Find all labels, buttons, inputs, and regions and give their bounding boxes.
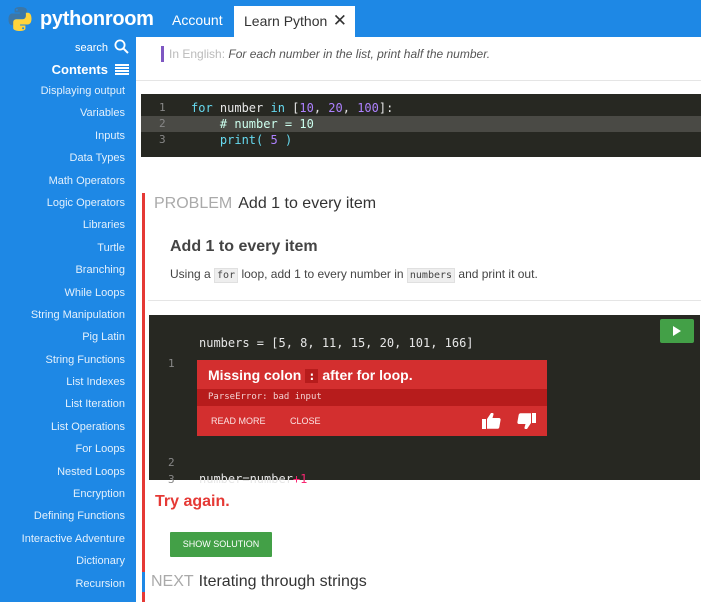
line-number: 1 — [168, 357, 175, 370]
divider — [136, 80, 701, 81]
error-colon-code: : — [305, 369, 319, 383]
code-line: 2 number=number+1 — [149, 439, 307, 486]
example-code-block: 1 for number in [10, 20, 100]: 2 # numbe… — [141, 94, 701, 157]
sidebar-item-pig-latin[interactable]: Pig Latin — [22, 330, 125, 352]
search-icon[interactable] — [114, 39, 129, 54]
problem-description: Using a for loop, add 1 to every number … — [170, 267, 538, 283]
thumbs-up-icon[interactable] — [482, 413, 502, 429]
sidebar-nav: Displaying output Variables Inputs Data … — [22, 84, 125, 599]
read-more-button[interactable]: READ MORE — [211, 416, 266, 426]
sidebar-item-libraries[interactable]: Libraries — [22, 218, 125, 240]
inline-code-for: for — [214, 268, 239, 283]
error-panel: Missing colon : after for loop. ParseErr… — [197, 360, 547, 436]
show-solution-button[interactable]: SHOW SOLUTION — [170, 532, 272, 557]
sidebar-item-list-indexes[interactable]: List Indexes — [22, 375, 125, 397]
code-text: numbers = [5, 8, 11, 15, 20, 101, 166] — [199, 336, 474, 350]
sidebar-item-defining-functions[interactable]: Defining Functions — [22, 509, 125, 531]
tab-learn-python[interactable]: Learn Python ✕ — [234, 6, 355, 37]
app-name: pythonroom — [40, 7, 154, 30]
sidebar-item-recursion[interactable]: Recursion — [22, 577, 125, 599]
tab-account[interactable]: Account — [172, 12, 223, 28]
english-explanation: In English: For each number in the list,… — [161, 46, 490, 62]
close-icon[interactable]: ✕ — [333, 11, 347, 31]
next-tag: NEXT — [151, 573, 194, 590]
sidebar-item-interactive-adventure[interactable]: Interactive Adventure — [22, 532, 125, 554]
sidebar-item-dictionary[interactable]: Dictionary — [22, 554, 125, 576]
line-number: 1 — [159, 101, 166, 114]
problem-heading-text: Add 1 to every item — [238, 195, 377, 212]
sidebar-item-encryption[interactable]: Encryption — [22, 487, 125, 509]
inline-code-numbers: numbers — [406, 268, 456, 283]
error-title: Missing colon : after for loop. — [208, 367, 413, 383]
sidebar-item-variables[interactable]: Variables — [22, 106, 125, 128]
sidebar-search[interactable]: search — [75, 39, 129, 54]
sidebar-item-for-loops[interactable]: For Loops — [22, 442, 125, 464]
next-title: Iterating through strings — [198, 573, 367, 590]
code-text: for number in [10, 20, 100]: — [191, 101, 394, 115]
sidebar: search Contents Displaying output Variab… — [0, 37, 136, 602]
main-content: In English: For each number in the list,… — [136, 37, 701, 602]
problem-title: Add 1 to every item — [170, 238, 318, 255]
contents-toggle[interactable]: Contents — [52, 62, 129, 77]
line-number: 3 — [159, 133, 166, 146]
sidebar-item-logic-operators[interactable]: Logic Operators — [22, 196, 125, 218]
sidebar-item-string-manipulation[interactable]: String Manipulation — [22, 308, 125, 330]
sidebar-item-list-operations[interactable]: List Operations — [22, 420, 125, 442]
menu-icon[interactable] — [115, 63, 129, 76]
try-again-message: Try again. — [155, 493, 230, 510]
code-comment: # number = 10 — [191, 117, 314, 131]
thumbs-down-icon[interactable] — [516, 413, 536, 429]
problem-heading: PROBLEM Add 1 to every item — [154, 195, 376, 213]
code-line: numbers = [5, 8, 11, 15, 20, 101, 166] — [149, 319, 474, 350]
sidebar-item-while-loops[interactable]: While Loops — [22, 286, 125, 308]
problem-tag: PROBLEM — [154, 195, 233, 212]
code-line-highlighted: 2 # number = 10 — [141, 116, 701, 132]
next-lesson-link[interactable]: NEXT Iterating through strings — [142, 572, 367, 592]
sidebar-item-branching[interactable]: Branching — [22, 263, 125, 285]
code-text: print( 5 ) — [191, 133, 293, 147]
sidebar-item-displaying-output[interactable]: Displaying output — [22, 84, 125, 106]
code-line: 3 print( 5 ) — [141, 132, 701, 148]
code-line: 1 for number in numbers — [149, 340, 351, 387]
code-line: 1 for number in [10, 20, 100]: — [141, 100, 701, 116]
sidebar-item-list-iteration[interactable]: List Iteration — [22, 397, 125, 419]
code-text: number=number+1 — [199, 472, 308, 486]
search-label: search — [74, 42, 108, 54]
tab-learn-python-label: Learn Python — [244, 13, 328, 29]
sidebar-item-inputs[interactable]: Inputs — [22, 129, 125, 151]
line-number: 3 — [168, 473, 175, 486]
sidebar-item-nested-loops[interactable]: Nested Loops — [22, 465, 125, 487]
english-prefix: In English: — [169, 47, 226, 61]
sidebar-item-string-functions[interactable]: String Functions — [22, 353, 125, 375]
line-number: 2 — [159, 117, 166, 130]
python-logo-icon — [8, 7, 32, 31]
problem-section: PROBLEM Add 1 to every item Add 1 to ever… — [142, 193, 701, 602]
run-button[interactable] — [660, 319, 694, 343]
close-button[interactable]: CLOSE — [290, 416, 321, 426]
logo[interactable]: pythonroom — [6, 5, 154, 33]
contents-label: Contents — [51, 62, 108, 77]
sidebar-item-math-operators[interactable]: Math Operators — [22, 174, 125, 196]
error-actions: READ MORE CLOSE — [197, 406, 547, 436]
code-line: 3 — [149, 456, 207, 486]
sidebar-item-turtle[interactable]: Turtle — [22, 241, 125, 263]
top-bar: pythonroom Account Learn Python ✕ — [0, 0, 701, 37]
error-detail: ParseError: bad input — [197, 389, 547, 406]
divider — [148, 300, 701, 301]
english-text: For each number in the list, print half … — [228, 47, 491, 61]
sidebar-item-data-types[interactable]: Data Types — [22, 151, 125, 173]
code-editor[interactable]: numbers = [5, 8, 11, 15, 20, 101, 166] 1… — [149, 315, 700, 486]
